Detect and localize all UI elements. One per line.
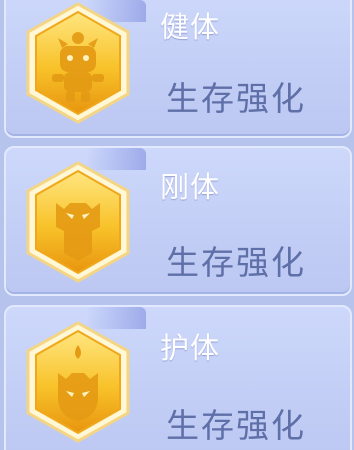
talent-card-huti[interactable]: 护体 生存强化 [4,305,352,450]
talent-category: 生存强化 [166,243,306,282]
robot-cat-icon [18,0,138,128]
talent-list: 健体 生存强化 刚体 生存强化 护体 生存强化 [0,0,354,450]
talent-card-jianti[interactable]: 健体 生存强化 [4,0,352,138]
talent-category: 生存强化 [166,79,306,118]
cat-flame-icon [18,317,138,447]
talent-card-gangti[interactable]: 刚体 生存强化 [4,146,352,296]
talent-name: 护体 [160,331,221,365]
talent-category: 生存强化 [166,406,306,445]
cat-shield-icon [18,157,138,287]
talent-name: 健体 [160,10,221,44]
talent-name: 刚体 [160,170,221,204]
